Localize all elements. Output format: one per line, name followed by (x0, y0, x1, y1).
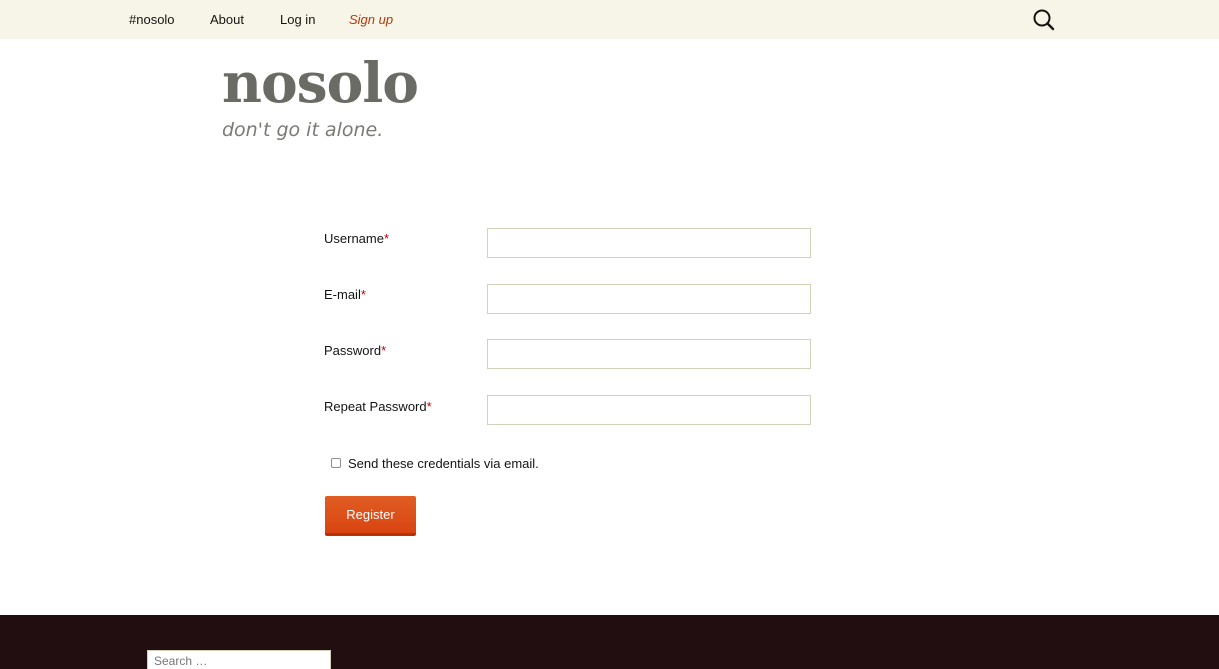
nav-item-nosolo[interactable]: #nosolo (129, 0, 175, 39)
search-icon[interactable] (1032, 8, 1056, 32)
nav-item-about[interactable]: About (210, 0, 244, 39)
site-tagline: don't go it alone. (222, 119, 384, 141)
repeat-password-label: Repeat Password* (324, 399, 432, 414)
email-input[interactable] (487, 284, 811, 314)
required-marker: * (381, 343, 387, 358)
username-label-text: Username (324, 231, 384, 246)
top-navbar: #nosolo About Log in Sign up (0, 0, 1219, 39)
send-credentials-label[interactable]: Send these credentials via email. (348, 456, 539, 471)
required-marker: * (426, 399, 432, 414)
register-button[interactable]: Register (325, 496, 416, 536)
password-label-text: Password (324, 343, 382, 358)
password-label: Password* (324, 343, 386, 358)
repeat-password-input[interactable] (487, 395, 811, 425)
username-input[interactable] (487, 228, 811, 258)
username-label: Username* (324, 231, 389, 246)
footer-search-input[interactable]: Search … (147, 650, 331, 669)
required-marker: * (360, 287, 366, 302)
required-marker: * (383, 231, 390, 246)
site-title[interactable]: nosolo (222, 50, 419, 116)
nav-item-signup[interactable]: Sign up (349, 0, 393, 39)
send-credentials-checkbox[interactable] (331, 458, 341, 468)
repeat-password-label-text: Repeat Password (324, 399, 427, 414)
email-label-text: E-mail (324, 287, 361, 302)
nav-item-login[interactable]: Log in (280, 0, 315, 39)
email-label: E-mail* (324, 287, 366, 302)
send-credentials-row: Send these credentials via email. (331, 454, 539, 472)
password-input[interactable] (487, 339, 811, 369)
site-footer: Search … (0, 615, 1219, 669)
